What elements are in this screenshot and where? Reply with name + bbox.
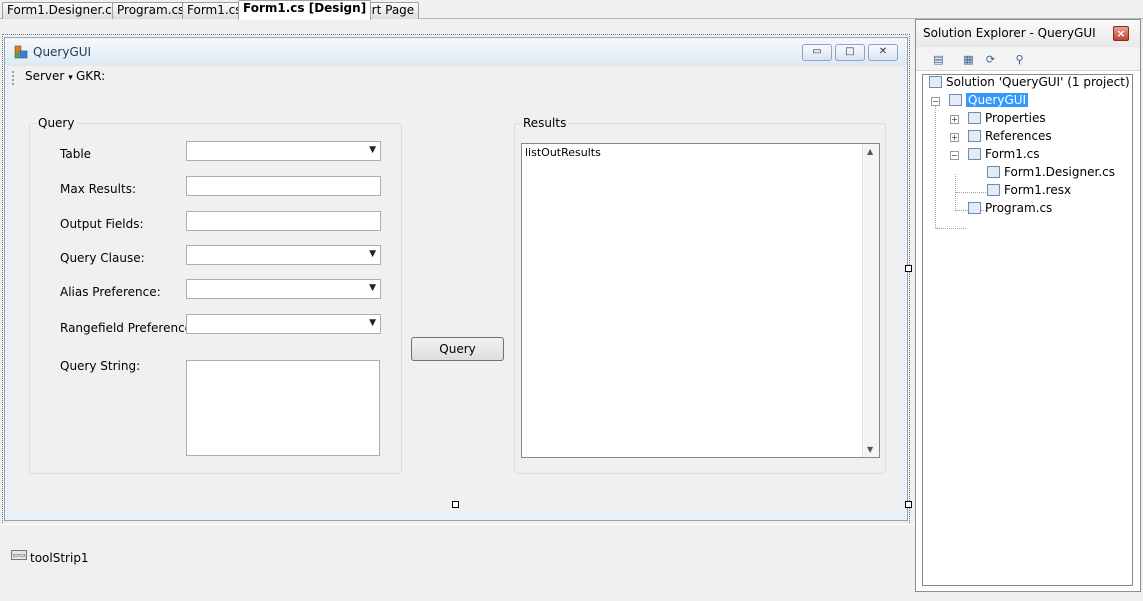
tree-node-label: Program.cs: [985, 201, 1053, 215]
form-file-icon: [968, 148, 981, 160]
minimize-icon[interactable]: ▭: [802, 44, 832, 61]
resize-handle-right[interactable]: [905, 265, 912, 272]
output-fields-input[interactable]: [186, 211, 381, 231]
menu-strip: Server ▾ GKR:: [9, 66, 903, 88]
solution-explorer-toolbar: ▤ ▦ ⟳ ⚲: [916, 47, 1140, 71]
tree-node-form1-designer-cs[interactable]: Form1.Designer.cs: [987, 165, 1115, 181]
resource-file-icon: [987, 184, 1000, 196]
tree-node-label: QueryGUI: [966, 93, 1029, 107]
tree-node-label: Form1.cs: [985, 147, 1040, 161]
output-fields-label: Output Fields:: [60, 217, 144, 231]
tree-node-solution[interactable]: Solution 'QueryGUI' (1 project): [929, 75, 1130, 91]
max-results-input[interactable]: [186, 176, 381, 196]
dropdown-arrow-icon: ▼: [369, 145, 376, 155]
tree-node-label: Form1.Designer.cs: [1004, 165, 1115, 179]
collapse-icon[interactable]: −: [931, 97, 940, 106]
solution-icon: [929, 76, 942, 88]
properties-icon[interactable]: ▦: [961, 52, 976, 67]
tree-node-properties[interactable]: Properties: [968, 111, 1046, 127]
query-button[interactable]: Query: [411, 337, 504, 361]
menu-gkr[interactable]: GKR:: [76, 69, 105, 83]
table-label: Table: [60, 147, 92, 161]
document-tab-strip: Form1.Designer.cs Program.cs Form1.cs Fo…: [0, 0, 1143, 20]
tree-line: [956, 192, 986, 193]
maximize-icon[interactable]: □: [835, 44, 865, 61]
collapse-icon[interactable]: −: [950, 151, 959, 160]
scroll-up-icon[interactable]: ▲: [867, 147, 873, 156]
toolstrip-component[interactable]: toolStrip1: [30, 551, 89, 565]
query-clause-label: Query Clause:: [60, 251, 145, 265]
show-all-files-icon[interactable]: ▤: [931, 52, 946, 67]
query-group-label: Query: [36, 116, 77, 130]
solution-explorer-titlebar: Solution Explorer - QueryGUI ×: [916, 20, 1140, 47]
close-icon[interactable]: ×: [1113, 26, 1129, 41]
tab-form1-cs-design[interactable]: Form1.cs [Design]: [238, 0, 372, 20]
solution-tree: Solution 'QueryGUI' (1 project) − QueryG…: [922, 74, 1133, 586]
view-class-diagram-icon[interactable]: ⚲: [1012, 52, 1027, 67]
tree-line: [936, 228, 966, 229]
tree-node-label: References: [985, 129, 1052, 143]
dropdown-arrow-icon: ▼: [369, 283, 376, 293]
tree-node-label: Form1.resx: [1004, 183, 1072, 197]
rangefield-preference-combobox[interactable]: ▼: [186, 314, 381, 334]
csharp-project-icon: [949, 94, 962, 106]
tree-node-label: Solution 'QueryGUI' (1 project): [946, 75, 1130, 89]
max-results-label: Max Results:: [60, 182, 136, 196]
dropdown-arrow-icon: ▼: [369, 318, 376, 328]
form-icon: [14, 45, 28, 59]
tree-node-project[interactable]: QueryGUI: [949, 93, 1029, 109]
form-titlebar: QueryGUI ▭ □ ✕: [5, 38, 907, 66]
tree-line: [935, 101, 936, 229]
properties-folder-icon: [968, 112, 981, 124]
dropdown-arrow-icon: ▼: [369, 249, 376, 259]
expand-icon[interactable]: +: [950, 133, 959, 142]
tab-form1-cs[interactable]: Form1.cs: [182, 2, 247, 19]
tree-node-references[interactable]: References: [968, 129, 1052, 145]
results-list-text: listOutResults: [525, 146, 601, 159]
table-combobox[interactable]: ▼: [186, 141, 381, 161]
scroll-down-icon[interactable]: ▼: [867, 445, 873, 454]
query-groupbox: Query Table ▼ Max Results: Output Fields…: [29, 116, 402, 474]
rangefield-preference-label: Rangefield Preference:: [60, 321, 197, 335]
tree-node-program-cs[interactable]: Program.cs: [968, 201, 1052, 217]
references-folder-icon: [968, 130, 981, 142]
toolstrip-icon: ▭▭: [11, 550, 27, 560]
results-scrollbar[interactable]: ▲ ▼: [862, 144, 879, 457]
tab-form1-designer-cs[interactable]: Form1.Designer.cs: [2, 2, 123, 19]
tree-node-form1-cs[interactable]: Form1.cs: [968, 147, 1040, 163]
menu-grip-icon[interactable]: [12, 71, 14, 85]
designer-form[interactable]: QueryGUI ▭ □ ✕ Server ▾ GKR: Query Table…: [4, 37, 908, 521]
alias-preference-combobox[interactable]: ▼: [186, 279, 381, 299]
results-listbox[interactable]: listOutResults ▲ ▼: [521, 143, 880, 458]
query-string-textarea[interactable]: [186, 360, 380, 456]
expand-icon[interactable]: +: [950, 115, 959, 124]
refresh-icon[interactable]: ⟳: [983, 52, 998, 67]
close-icon[interactable]: ✕: [868, 44, 898, 61]
solution-explorer-panel: Solution Explorer - QueryGUI × ▤ ▦ ⟳ ⚲ S…: [915, 19, 1141, 592]
form-title: QueryGUI: [33, 45, 92, 59]
tree-node-label: Properties: [985, 111, 1046, 125]
tree-node-form1-resx[interactable]: Form1.resx: [987, 183, 1071, 199]
designer-surface: QueryGUI ▭ □ ✕ Server ▾ GKR: Query Table…: [0, 20, 915, 601]
component-tray: ▭▭ toolStrip1: [0, 524, 915, 601]
resize-handle-corner[interactable]: [905, 501, 912, 508]
tab-program-cs[interactable]: Program.cs: [112, 2, 190, 19]
form-client-area: Server ▾ GKR: Query Table ▼ Max Results:…: [9, 66, 903, 510]
query-string-label: Query String:: [60, 359, 141, 373]
csharp-file-icon: [968, 202, 981, 214]
results-groupbox: Results listOutResults ▲ ▼: [514, 116, 886, 474]
solution-explorer-title: Solution Explorer - QueryGUI: [923, 26, 1096, 40]
code-file-icon: [987, 166, 1000, 178]
results-group-label: Results: [521, 116, 569, 130]
alias-preference-label: Alias Preference:: [60, 285, 161, 299]
query-clause-combobox[interactable]: ▼: [186, 245, 381, 265]
chevron-down-icon: ▾: [68, 73, 73, 83]
resize-handle-bottom[interactable]: [452, 501, 459, 508]
menu-server-label: Server: [25, 69, 65, 83]
menu-server[interactable]: Server ▾: [25, 69, 73, 83]
